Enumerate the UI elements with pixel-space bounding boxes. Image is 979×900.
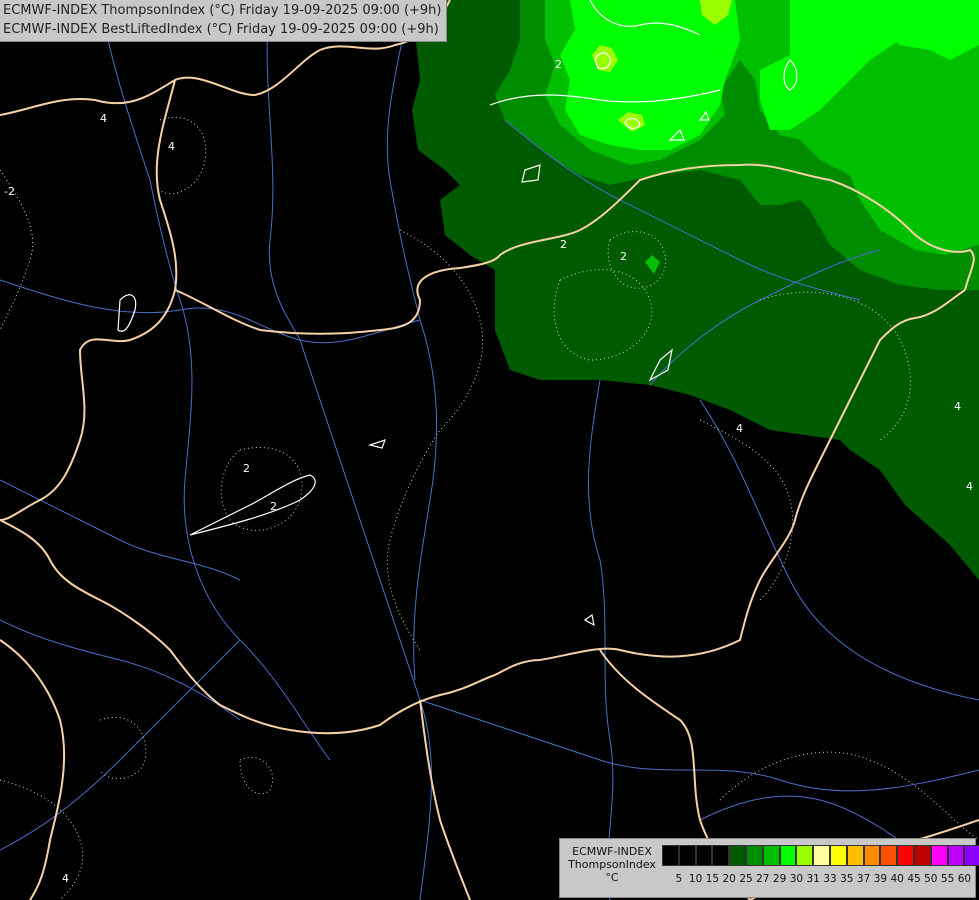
contour-label: 2 — [555, 58, 562, 71]
contour-label: 2 — [560, 238, 567, 251]
legend-tick-label: 60 — [957, 873, 972, 885]
legend-tick-label: 35 — [840, 873, 854, 885]
contour-label: 4 — [954, 400, 961, 413]
legend-swatch — [846, 845, 864, 866]
legend-tick-label: 40 — [890, 873, 904, 885]
legend-swatch — [712, 845, 730, 866]
legend-tick-label: 27 — [756, 873, 770, 885]
contour-label: 4 — [62, 872, 69, 885]
legend-swatch — [662, 845, 679, 866]
legend-swatch — [779, 845, 797, 866]
legend-tick-label: 39 — [873, 873, 888, 885]
contour-label: 4 — [966, 480, 973, 493]
legend-tick-label: 5 — [675, 873, 683, 885]
legend-title-variable: ThompsonIndex — [568, 858, 656, 871]
legend-tick-label: 15 — [705, 873, 720, 885]
legend-tick-label: 33 — [823, 873, 837, 885]
weather-map: 2 2 2 2 2 4 4 4 4 4 4 -2 — [0, 0, 979, 900]
legend-swatch — [964, 845, 979, 866]
legend-swatch — [729, 845, 746, 866]
legend-swatch — [678, 845, 696, 866]
legend-tick-label: 37 — [856, 873, 871, 885]
legend-swatches — [662, 845, 979, 866]
legend-tick-label: 25 — [739, 873, 753, 885]
legend-tick-label: 20 — [722, 873, 736, 885]
legend-ticks: 5 10 15 20 25 27 29 30 31 33 35 37 39 40 45 50 55 60 — [662, 873, 972, 887]
color-legend: ECMWF-INDEX ThompsonIndex °C 5 10 15 20 25 27… — [559, 838, 979, 898]
legend-swatch — [880, 845, 898, 866]
legend-title-unit: °C — [605, 871, 619, 884]
legend-swatch — [930, 845, 948, 866]
legend-swatch — [897, 845, 914, 866]
legend-tick-label: 50 — [924, 873, 938, 885]
legend-title: ECMWF-INDEX ThompsonIndex °C — [564, 845, 660, 884]
legend-tick-label: 10 — [688, 873, 703, 885]
legend-swatch — [813, 845, 830, 866]
contour-label: 2 — [620, 250, 627, 263]
legend-swatch — [863, 845, 881, 866]
contour-label: 2 — [243, 462, 250, 475]
legend-swatch — [829, 845, 847, 866]
legend-swatch — [695, 845, 713, 866]
legend-tick-label: 29 — [772, 873, 787, 885]
legend-tick-label: 30 — [789, 873, 804, 885]
title-line-lifted: ECMWF-INDEX BestLiftedIndex (°C) Friday … — [3, 22, 439, 37]
legend-swatch — [947, 845, 965, 866]
legend-tick-label: 31 — [806, 873, 820, 885]
map-title-box: ECMWF-INDEX ThompsonIndex (°C) Friday 19… — [0, 0, 447, 42]
contour-label: 4 — [100, 112, 107, 125]
legend-swatch — [762, 845, 780, 866]
title-line-thompson: ECMWF-INDEX ThompsonIndex (°C) Friday 19… — [3, 3, 442, 18]
legend-title-model: ECMWF-INDEX — [572, 845, 652, 858]
legend-swatch — [913, 845, 931, 866]
legend-tick-label: 55 — [940, 873, 955, 885]
legend-swatch — [745, 845, 763, 866]
contour-label: 4 — [168, 140, 175, 153]
contour-label: 4 — [736, 422, 743, 435]
legend-swatch — [796, 845, 814, 866]
contour-label: 2 — [270, 500, 277, 513]
contour-label: -2 — [4, 185, 15, 198]
legend-tick-label: 45 — [907, 873, 921, 885]
